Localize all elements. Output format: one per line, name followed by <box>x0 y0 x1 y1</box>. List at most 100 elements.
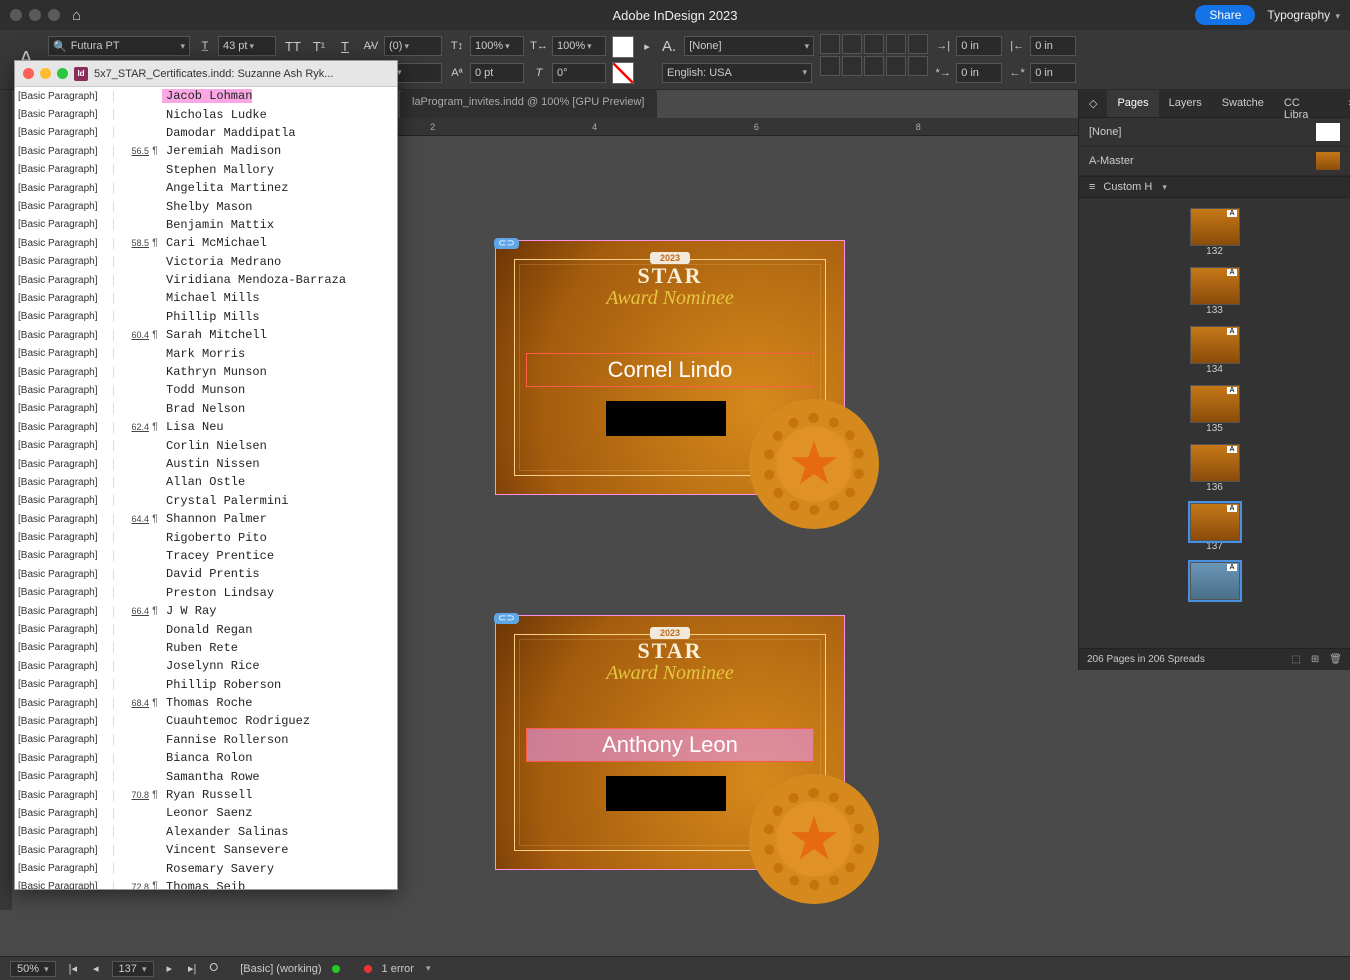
story-text[interactable]: Shelby Mason <box>162 200 252 214</box>
story-row[interactable]: [Basic Paragraph]Brad Nelson <box>15 400 397 418</box>
story-row[interactable]: [Basic Paragraph]66.4¶J W Ray <box>15 602 397 620</box>
story-row[interactable]: [Basic Paragraph]Alexander Salinas <box>15 823 397 841</box>
story-text[interactable]: Ryan Russell <box>162 788 252 802</box>
story-row[interactable]: [Basic Paragraph]David Prentis <box>15 565 397 583</box>
story-text[interactable]: J W Ray <box>162 604 216 618</box>
error-count[interactable]: 1 error <box>382 963 414 975</box>
story-row[interactable]: [Basic Paragraph]64.4¶Shannon Palmer <box>15 510 397 528</box>
hscale-field[interactable]: 100%▾ <box>552 36 606 56</box>
document-tab[interactable]: laProgram_invites.indd @ 100% [GPU Previ… <box>400 90 657 118</box>
story-text[interactable]: Rosemary Savery <box>162 862 274 876</box>
close-icon[interactable] <box>23 68 34 79</box>
zoom-icon[interactable] <box>48 9 60 21</box>
paragraph-align-grid[interactable] <box>820 34 928 85</box>
more-icon[interactable]: » <box>1338 90 1350 117</box>
story-text[interactable]: Phillip Roberson <box>162 678 281 692</box>
story-text[interactable]: Samantha Rowe <box>162 770 260 784</box>
story-text[interactable]: Kathryn Munson <box>162 365 267 379</box>
story-text[interactable]: Rigoberto Pito <box>162 531 267 545</box>
story-text[interactable]: Angelita Martinez <box>162 181 288 195</box>
master-none-row[interactable]: [None] <box>1079 118 1350 147</box>
story-text[interactable]: Michael Mills <box>162 291 260 305</box>
fill-swatch[interactable] <box>612 36 634 58</box>
story-text[interactable]: Cuauhtemoc Rodriguez <box>162 714 310 728</box>
story-row[interactable]: [Basic Paragraph]68.4¶Thomas Roche <box>15 694 397 712</box>
story-row[interactable]: [Basic Paragraph]Viridiana Mendoza-Barra… <box>15 271 397 289</box>
story-row[interactable]: [Basic Paragraph]72.8¶Thomas Seib <box>15 878 397 889</box>
story-row[interactable]: [Basic Paragraph]Phillip Mills <box>15 308 397 326</box>
story-text[interactable]: Jacob Lohman <box>162 89 252 103</box>
certificate-page-1[interactable]: ⊂⊃ 2023 STAR Award Nominee Cornel Lindo … <box>495 240 845 495</box>
underline-icon[interactable]: T <box>334 36 356 56</box>
story-text[interactable]: Brad Nelson <box>162 402 245 416</box>
story-text[interactable]: Victoria Medrano <box>162 255 281 269</box>
story-text[interactable]: Fannise Rollerson <box>162 733 288 747</box>
story-text[interactable]: Stephen Mallory <box>162 163 274 177</box>
story-row[interactable]: [Basic Paragraph]Nicholas Ludke <box>15 105 397 123</box>
story-row[interactable]: [Basic Paragraph]Samantha Rowe <box>15 767 397 785</box>
story-text[interactable]: Sarah Mitchell <box>162 328 267 342</box>
vscale-field[interactable]: 100%▾ <box>470 36 524 56</box>
story-text[interactable]: Allan Ostle <box>162 475 245 489</box>
story-row[interactable]: [Basic Paragraph]Ruben Rete <box>15 639 397 657</box>
cert-name-box[interactable]: Cornel Lindo <box>526 353 814 387</box>
story-text[interactable]: Jeremiah Madison <box>162 144 281 158</box>
allcaps-icon[interactable]: TT <box>282 36 304 56</box>
preview-mode-icon[interactable]: ⭘ <box>209 962 218 975</box>
zoom-icon[interactable] <box>57 68 68 79</box>
pages-thumbnails-scroll[interactable]: A132A133A134A135A136A137A <box>1079 198 1350 648</box>
workspace-switcher[interactable]: Typography ▾ <box>1267 8 1340 22</box>
story-text[interactable]: Austin Nissen <box>162 457 260 471</box>
kerning-field[interactable]: (0)▾ <box>384 36 442 56</box>
story-row[interactable]: [Basic Paragraph]Preston Lindsay <box>15 584 397 602</box>
story-text[interactable]: Damodar Maddipatla <box>162 126 296 140</box>
minimize-icon[interactable] <box>40 68 51 79</box>
page-thumbnail[interactable]: A <box>1190 444 1240 482</box>
story-text[interactable]: Bianca Rolon <box>162 751 252 765</box>
certificate-page-2[interactable]: ⊂⊃ 2023 STAR Award Nominee Anthony Leon … <box>495 615 845 870</box>
story-row[interactable]: [Basic Paragraph]Mark Morris <box>15 344 397 362</box>
master-a-row[interactable]: A-Master <box>1079 147 1350 176</box>
home-icon[interactable]: ⌂ <box>72 7 81 24</box>
story-text[interactable]: Tracey Prentice <box>162 549 274 563</box>
swap-fill-icon[interactable]: ▸ <box>638 38 656 56</box>
story-text[interactable]: Joselynn Rice <box>162 659 260 673</box>
story-row[interactable]: [Basic Paragraph]Victoria Medrano <box>15 253 397 271</box>
story-text[interactable]: Crystal Palermini <box>162 494 288 508</box>
story-row[interactable]: [Basic Paragraph]Shelby Mason <box>15 197 397 215</box>
page-thumbnail[interactable]: A <box>1190 208 1240 246</box>
story-editor-titlebar[interactable]: Id 5x7_STAR_Certificates.indd: Suzanne A… <box>15 61 397 87</box>
story-text[interactable]: Alexander Salinas <box>162 825 288 839</box>
stroke-swatch[interactable] <box>612 62 634 84</box>
story-row[interactable]: [Basic Paragraph]Bianca Rolon <box>15 749 397 767</box>
story-text[interactable]: Cari McMichael <box>162 236 267 250</box>
story-text[interactable]: Benjamin Mattix <box>162 218 274 232</box>
story-text[interactable]: Phillip Mills <box>162 310 260 324</box>
story-text[interactable]: Nicholas Ludke <box>162 108 267 122</box>
story-row[interactable]: [Basic Paragraph]Joselynn Rice <box>15 657 397 675</box>
story-text[interactable]: Thomas Roche <box>162 696 252 710</box>
story-row[interactable]: [Basic Paragraph]Vincent Sansevere <box>15 841 397 859</box>
story-row[interactable]: [Basic Paragraph]Rosemary Savery <box>15 859 397 877</box>
story-row[interactable]: [Basic Paragraph]Angelita Martinez <box>15 179 397 197</box>
story-text[interactable]: Ruben Rete <box>162 641 238 655</box>
story-row[interactable]: [Basic Paragraph]Crystal Palermini <box>15 492 397 510</box>
story-text[interactable]: Mark Morris <box>162 347 245 361</box>
tab-cclibraries[interactable]: CC Libra <box>1274 90 1318 117</box>
story-row[interactable]: [Basic Paragraph]Benjamin Mattix <box>15 216 397 234</box>
story-row[interactable]: [Basic Paragraph]Tracey Prentice <box>15 547 397 565</box>
next-page-icon[interactable]: ▸ <box>164 962 176 975</box>
page-thumbnail[interactable]: A <box>1190 503 1240 541</box>
cert-name-box-selected[interactable]: Anthony Leon <box>526 728 814 762</box>
story-row[interactable]: [Basic Paragraph]Leonor Saenz <box>15 804 397 822</box>
baseline-field[interactable]: 0 pt <box>470 63 524 83</box>
story-row[interactable]: [Basic Paragraph]60.4¶Sarah Mitchell <box>15 326 397 344</box>
story-row[interactable]: [Basic Paragraph]70.8¶Ryan Russell <box>15 786 397 804</box>
story-row[interactable]: [Basic Paragraph]Kathryn Munson <box>15 363 397 381</box>
tab-swatches[interactable]: Swatche <box>1212 90 1274 117</box>
story-text[interactable]: David Prentis <box>162 567 260 581</box>
story-text[interactable]: Viridiana Mendoza-Barraza <box>162 273 346 287</box>
zoom-field[interactable]: 50% ▾ <box>10 961 56 977</box>
new-page-icon[interactable]: ⊞ <box>1311 654 1319 665</box>
prev-page-icon[interactable]: ◂ <box>90 962 102 975</box>
